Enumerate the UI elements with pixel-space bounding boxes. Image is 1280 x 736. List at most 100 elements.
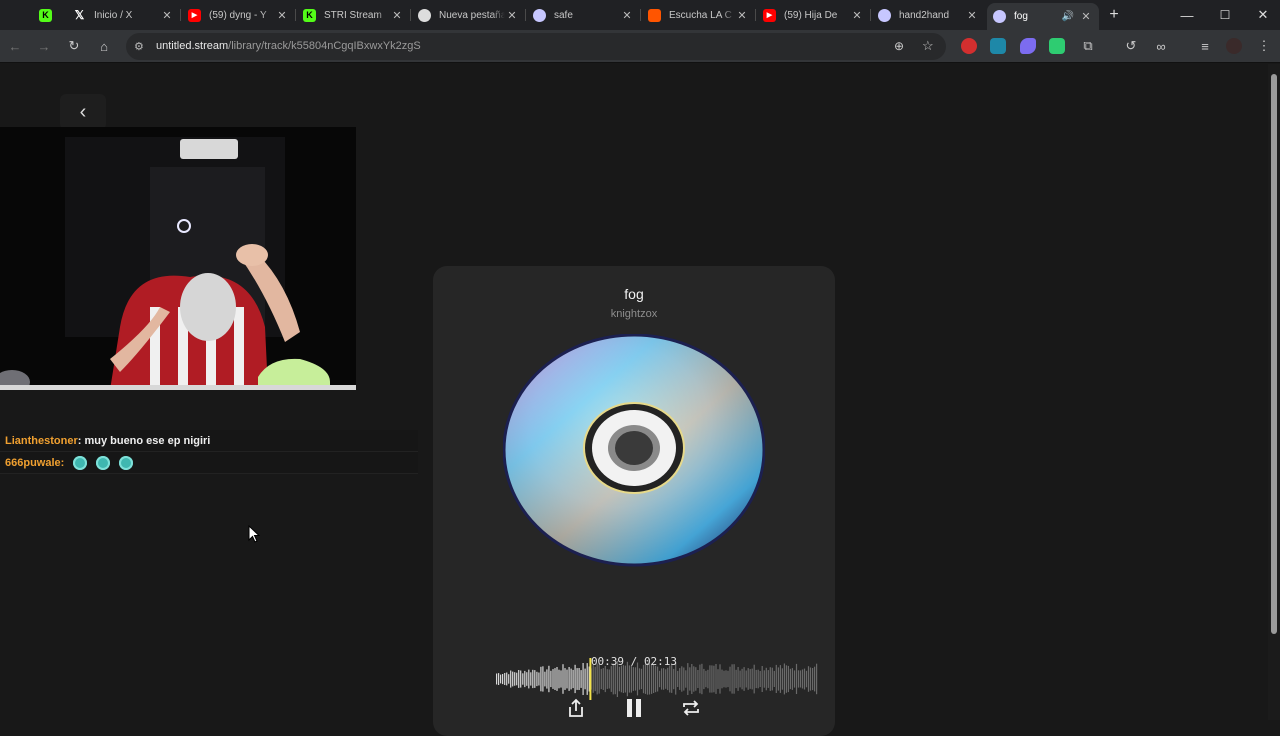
waveform-bar [632,667,634,691]
waveform-bar [685,670,687,688]
close-icon[interactable]: ✕ [275,9,289,22]
waveform-bar [655,665,657,693]
link-icon[interactable]: ∞ [1150,35,1172,57]
media-control-icon[interactable]: ≡ [1194,35,1216,57]
waveform-bar [799,670,802,688]
close-icon[interactable]: ✕ [620,9,634,22]
close-icon[interactable]: ✕ [735,9,749,22]
reload-icon[interactable]: ↻ [63,35,85,57]
track-artist[interactable]: knightzox [433,308,835,320]
tab-title: safe [554,9,573,21]
tab-fog[interactable]: fog 🔊 ✕ [987,3,1099,30]
waveform-bar [809,667,812,691]
avatar[interactable] [1223,35,1245,57]
waveform-bar [558,669,560,689]
zoom-icon[interactable]: ⊕ [894,39,904,53]
waveform-bar [528,669,530,689]
page-scrollbar[interactable] [1268,64,1280,720]
scrollbar-thumb[interactable] [1271,74,1277,634]
record-extension-icon[interactable] [961,38,977,54]
waveform-bar [693,666,695,692]
tab-hand2hand[interactable]: hand2hand ✕ [872,3,985,27]
waveform-bar [556,667,558,691]
webcam-overlay [0,127,356,390]
maximize-icon[interactable]: ☐ [1206,0,1244,30]
extension-icon[interactable] [1049,38,1065,54]
tab-youtube-hija[interactable]: ▶ (59) Hija De ✕ [757,3,870,27]
menu-kebab-icon[interactable]: ⋮ [1253,35,1275,57]
waveform-bar [566,669,568,689]
pause-icon [627,699,641,717]
close-icon[interactable]: ✕ [390,9,404,22]
tab-title: Inicio / X [94,9,133,21]
close-icon[interactable]: ✕ [850,9,864,22]
waveform-bar [542,666,544,692]
waveform-bar [771,667,773,691]
waveform-bar [667,667,669,691]
waveform-bar [538,672,540,686]
waveform-bar [725,670,727,688]
waveform-bar [749,669,751,689]
extension-icon[interactable] [990,38,1006,54]
tab-soundcloud[interactable]: Escucha LA C ✕ [642,3,755,27]
close-icon[interactable]: ✕ [1079,10,1093,23]
waveform-bar [570,668,572,690]
address-bar[interactable]: ⚙ untitled.stream/library/track/k55804nC… [126,33,946,60]
waveform-bar [532,669,534,689]
waveform-bar [638,668,641,690]
waveform-bar [751,668,753,690]
tab-safe[interactable]: safe ✕ [527,3,640,27]
waveform-bar [612,663,614,695]
waveform-bar [614,663,616,695]
waveform-bar [801,669,804,689]
history-icon[interactable]: ↺ [1120,35,1142,57]
youtube-icon: ▶ [188,8,201,22]
untitled-icon [878,8,891,22]
waveform-bar [791,668,793,690]
tab-nueva-pestana[interactable]: Nueva pestaña ✕ [412,3,525,27]
emote-icon [73,455,88,470]
waveform-bar [781,668,783,690]
waveform-bar [628,665,630,693]
speaker-icon[interactable]: 🔊 [1057,11,1079,22]
chevron-left-icon: ‹ [79,100,87,123]
bookmark-star-icon[interactable]: ☆ [922,38,934,54]
waveform-bar [669,665,671,693]
close-icon[interactable]: ✕ [505,9,519,22]
waveform-bar [699,664,701,694]
waveform-bar [596,663,598,695]
repeat-button[interactable] [679,696,703,720]
back-arrow-icon[interactable]: ← [4,35,26,57]
waveform-bar [548,665,550,693]
close-icon[interactable]: ✕ [965,9,979,22]
browser-toolbar: ← → ↻ ⌂ ⚙ untitled.stream/library/track/… [0,30,1280,63]
waveform-bar [733,664,735,694]
tab-stri-stream[interactable]: K STRI Stream ✕ [297,3,410,27]
waveform-bar [741,668,743,690]
extension-icon[interactable] [1020,38,1036,54]
close-window-icon[interactable]: ✕ [1244,0,1280,30]
extensions-puzzle-icon[interactable]: ⧉ [1077,35,1099,57]
home-icon[interactable]: ⌂ [93,35,115,57]
new-tab-icon[interactable]: + [1095,0,1133,30]
tab-title: fog [1014,11,1028,22]
forward-arrow-icon[interactable]: → [33,35,55,57]
waveform-bar [500,674,502,684]
waveform-bar [634,667,637,691]
waveform-bar [520,670,522,688]
waveform-bar [713,665,715,693]
tab-title: Escucha LA C [669,9,732,21]
waveform-bar [659,670,661,688]
tab-inicio-x[interactable]: 𝕏 Inicio / X ✕ [67,3,180,27]
pause-button[interactable] [622,696,646,720]
minimize-icon[interactable]: — [1168,0,1206,30]
tab-youtube-dyng[interactable]: ▶ (59) dyng - Y ✕ [182,3,295,27]
url-path: /library/track/k55804nCgqIBxwxYk2zgS [228,40,421,52]
back-button[interactable]: ‹ [60,94,106,130]
waveform-bar [568,667,570,691]
chat-username: Lianthestoner [5,434,78,447]
site-info-icon[interactable]: ⚙ [134,40,144,53]
close-icon[interactable]: ✕ [160,9,174,22]
share-button[interactable] [564,696,588,720]
tab-kick[interactable]: K [33,3,63,27]
